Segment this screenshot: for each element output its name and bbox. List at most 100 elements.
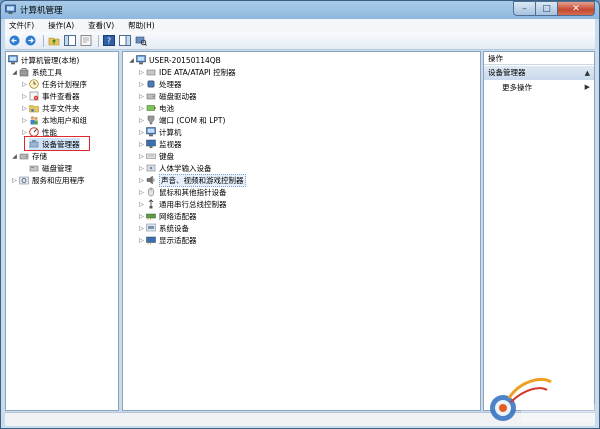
scan-hardware-button[interactable]: [134, 34, 147, 47]
device-category[interactable]: ▷ 监视器: [137, 138, 181, 150]
device-category-label: 计算机: [159, 127, 182, 137]
tree-disk-management-label: 磁盘管理: [42, 163, 72, 173]
tree-system-tools-label: 系统工具: [32, 67, 62, 77]
device-category[interactable]: ▷ 计算机: [137, 126, 182, 138]
expand-arrow-icon[interactable]: ▷: [137, 93, 146, 100]
expand-arrow-icon[interactable]: ▷: [137, 153, 146, 160]
tree-storage[interactable]: ◢ 存储: [10, 150, 47, 162]
more-actions-item[interactable]: 更多操作 ▶: [484, 81, 594, 94]
tree-event-viewer[interactable]: ▷ 事件查看器: [20, 90, 80, 102]
expand-arrow-icon[interactable]: ▷: [20, 93, 29, 100]
tree-services[interactable]: ▷ 服务和应用程序: [10, 174, 85, 186]
back-button[interactable]: [8, 34, 21, 47]
tree-task-scheduler[interactable]: ▷ 任务计划程序: [20, 78, 87, 90]
device-tree-computer[interactable]: ◢ USER-20150114QB: [127, 54, 221, 66]
expand-arrow-icon[interactable]: ▷: [137, 165, 146, 172]
device-category-label: IDE ATA/ATAPI 控制器: [159, 67, 236, 77]
disk-drive-icon: [146, 93, 156, 100]
actions-header: 操作: [484, 52, 594, 65]
console-tree-icon: [63, 35, 76, 46]
device-category[interactable]: ▷ 鼠标和其他指针设备: [137, 186, 227, 198]
expand-arrow-icon[interactable]: ▷: [10, 177, 19, 184]
watermark-logo-icon: [490, 377, 595, 422]
help-button[interactable]: ?: [102, 34, 115, 47]
network-adapter-icon: [146, 213, 156, 220]
device-category[interactable]: ▷ 网络适配器: [137, 210, 197, 222]
expand-arrow-icon[interactable]: ▷: [20, 105, 29, 112]
device-category-label: 磁盘驱动器: [159, 91, 197, 101]
expand-arrow-icon[interactable]: ▷: [137, 69, 146, 76]
expand-arrow-icon[interactable]: ▷: [20, 81, 29, 88]
tree-shared-folders[interactable]: ▷ 共享文件夹: [20, 102, 79, 114]
forward-button[interactable]: [24, 34, 37, 47]
up-folder-button[interactable]: [47, 34, 60, 47]
processor-icon: [147, 80, 155, 88]
device-category-label: 网络适配器: [159, 211, 197, 221]
expand-arrow-icon[interactable]: ▷: [137, 117, 146, 124]
device-category[interactable]: ▷ 键盘: [137, 150, 174, 162]
device-category[interactable]: ▷ 人体学输入设备: [137, 162, 211, 174]
expand-arrow-icon[interactable]: ▷: [137, 225, 146, 232]
toolbar: ?: [5, 32, 595, 50]
collapse-arrow-icon[interactable]: ◢: [10, 153, 19, 160]
device-category-label: 端口 (COM 和 LPT): [159, 115, 226, 125]
tree-system-tools[interactable]: ◢ 系统工具: [10, 66, 62, 78]
tree-root[interactable]: 计算机管理(本地): [8, 54, 79, 66]
maximize-button[interactable]: □: [535, 1, 557, 16]
expand-arrow-icon[interactable]: ▷: [137, 237, 146, 244]
title-bar: 计算机管理 – □ ✕: [1, 1, 599, 19]
collapse-arrow-icon[interactable]: ◢: [127, 57, 136, 64]
device-category-sound[interactable]: ▷ 声音、视频和游戏控制器: [137, 173, 246, 187]
actions-section-device-manager[interactable]: 设备管理器 ▲: [484, 66, 594, 80]
computer-icon: [136, 55, 146, 65]
expand-arrow-icon[interactable]: ▷: [137, 141, 146, 148]
expand-arrow-icon[interactable]: ▷: [137, 189, 146, 196]
more-actions-label: 更多操作: [502, 83, 532, 92]
computer-management-icon: [8, 55, 18, 65]
device-category[interactable]: ▷ 显示适配器: [137, 234, 197, 246]
device-manager-highlight: [24, 136, 90, 151]
tree-disk-management[interactable]: 磁盘管理: [29, 162, 72, 174]
device-category[interactable]: ▷ 磁盘驱动器: [137, 90, 197, 102]
device-category-label: 键盘: [159, 151, 174, 161]
close-button[interactable]: ✕: [557, 1, 595, 16]
expand-arrow-icon[interactable]: ▷: [137, 213, 146, 220]
action-pane-button[interactable]: [118, 34, 131, 47]
device-category[interactable]: ▷ 处理器: [137, 78, 181, 90]
device-category-label: 显示适配器: [159, 235, 197, 245]
menu-view[interactable]: 查看(V): [88, 20, 114, 31]
tree-services-label: 服务和应用程序: [32, 175, 85, 185]
folder-up-icon: [48, 37, 59, 46]
menu-action[interactable]: 操作(A): [48, 20, 74, 31]
tree-local-users[interactable]: ▷ 本地用户和组: [20, 114, 87, 126]
toolbar-separator: [43, 34, 44, 47]
submenu-arrow-icon: ▶: [584, 83, 590, 91]
expand-arrow-icon[interactable]: ▷: [137, 129, 146, 136]
device-category[interactable]: ▷ 端口 (COM 和 LPT): [137, 114, 225, 126]
properties-button[interactable]: [79, 34, 92, 47]
device-category[interactable]: ▷ 电池: [137, 102, 174, 114]
help-icon: ?: [102, 35, 115, 46]
device-category[interactable]: ▷ 系统设备: [137, 222, 189, 234]
tree-event-viewer-label: 事件查看器: [42, 91, 80, 101]
minimize-button[interactable]: –: [513, 1, 535, 16]
device-category-label: 鼠标和其他指针设备: [159, 187, 227, 197]
device-category[interactable]: ▷ IDE ATA/ATAPI 控制器: [137, 66, 236, 78]
device-category[interactable]: ▷ 通用串行总线控制器: [137, 198, 227, 210]
computer-icon: [146, 127, 156, 137]
expand-arrow-icon[interactable]: ▷: [20, 117, 29, 124]
expand-arrow-icon[interactable]: ▷: [137, 201, 146, 208]
disk-icon: [29, 165, 39, 172]
collapse-arrow-icon[interactable]: ◢: [10, 69, 19, 76]
show-hide-tree-button[interactable]: [63, 34, 76, 47]
expand-arrow-icon[interactable]: ▷: [137, 105, 146, 112]
expand-arrow-icon[interactable]: ▷: [137, 81, 146, 88]
collapse-triangle-icon[interactable]: ▲: [585, 66, 590, 80]
device-tree-computer-label: USER-20150114QB: [149, 55, 221, 65]
menu-help[interactable]: 帮助(H): [128, 20, 155, 31]
menu-file[interactable]: 文件(F): [9, 20, 34, 31]
expand-arrow-icon[interactable]: ▷: [137, 177, 146, 184]
tree-storage-label: 存储: [32, 151, 47, 161]
keyboard-icon: [146, 153, 156, 159]
expand-arrow-icon[interactable]: ▷: [20, 129, 29, 136]
